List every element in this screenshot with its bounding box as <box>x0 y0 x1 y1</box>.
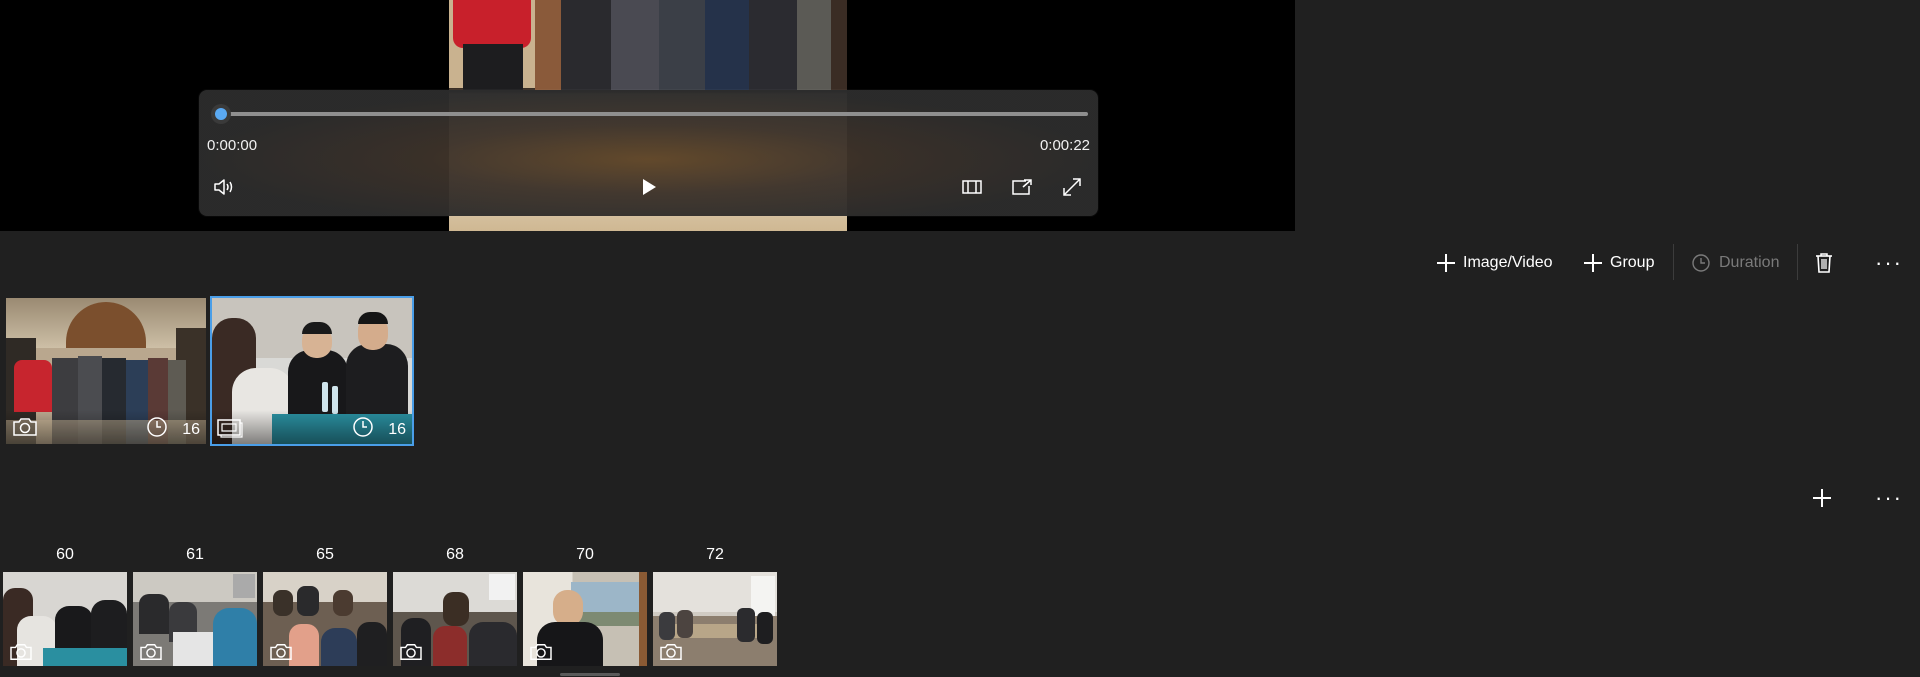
library-more-button[interactable]: ··· <box>1875 483 1903 513</box>
plus-icon <box>1437 254 1455 272</box>
total-time: 0:00:22 <box>1039 137 1090 154</box>
add-group-button[interactable]: Group <box>1584 248 1654 278</box>
camera-icon <box>270 644 292 660</box>
seek-bar[interactable] <box>221 112 1088 116</box>
library-thumbnail[interactable] <box>523 572 647 666</box>
more-options-button[interactable]: ··· <box>1875 248 1903 278</box>
thumb-label: 61 <box>186 546 204 563</box>
more-icon: ··· <box>1875 485 1903 510</box>
library-thumbnail[interactable] <box>263 572 387 666</box>
clock-icon <box>353 417 373 437</box>
library-thumbnail[interactable] <box>133 572 257 666</box>
add-image-video-button[interactable]: Image/Video <box>1437 248 1553 278</box>
toolbar-divider <box>1673 244 1674 280</box>
library-thumbnail[interactable] <box>3 572 127 666</box>
thumb-label: 65 <box>316 546 334 563</box>
camera-icon <box>530 644 552 660</box>
aspect-ratio-icon[interactable] <box>957 172 987 202</box>
trash-icon <box>1816 253 1832 273</box>
slideshow-icon <box>217 419 243 438</box>
play-icon[interactable] <box>634 172 664 202</box>
thumb-label: 72 <box>706 546 724 563</box>
horizontal-scrollbar[interactable] <box>560 673 620 676</box>
duration-label: Duration <box>1719 254 1780 271</box>
plus-icon <box>1813 489 1831 507</box>
plus-icon <box>1584 254 1602 272</box>
fullscreen-icon[interactable] <box>1057 172 1087 202</box>
seek-thumb[interactable] <box>211 104 231 124</box>
cast-icon[interactable] <box>1007 172 1037 202</box>
library-thumbnail[interactable] <box>393 572 517 666</box>
camera-icon <box>10 644 32 660</box>
card-duration: 16 <box>388 421 406 438</box>
thumb-label: 70 <box>576 546 594 563</box>
library-thumbnail[interactable] <box>653 572 777 666</box>
storyboard-card-selected[interactable]: 16 <box>210 296 414 446</box>
clock-icon <box>1692 254 1710 272</box>
toolbar-divider <box>1797 244 1798 280</box>
playback-controls: 0:00:00 0:00:22 <box>199 90 1098 216</box>
clock-icon <box>147 417 167 437</box>
storyboard-card[interactable]: 16 <box>6 298 206 444</box>
camera-icon <box>400 644 422 660</box>
more-icon: ··· <box>1875 250 1903 275</box>
camera-icon <box>140 644 162 660</box>
duration-button[interactable]: Duration <box>1691 248 1779 278</box>
camera-icon <box>13 418 37 436</box>
current-time: 0:00:00 <box>207 137 258 154</box>
thumb-label: 68 <box>446 546 464 563</box>
add-group-label: Group <box>1610 254 1655 271</box>
camera-icon <box>660 644 682 660</box>
card-duration: 16 <box>182 421 200 438</box>
thumb-label: 60 <box>56 546 74 563</box>
volume-icon[interactable] <box>209 172 239 202</box>
delete-button[interactable] <box>1814 248 1834 278</box>
add-media-button[interactable] <box>1813 483 1831 513</box>
add-image-video-label: Image/Video <box>1463 254 1553 271</box>
